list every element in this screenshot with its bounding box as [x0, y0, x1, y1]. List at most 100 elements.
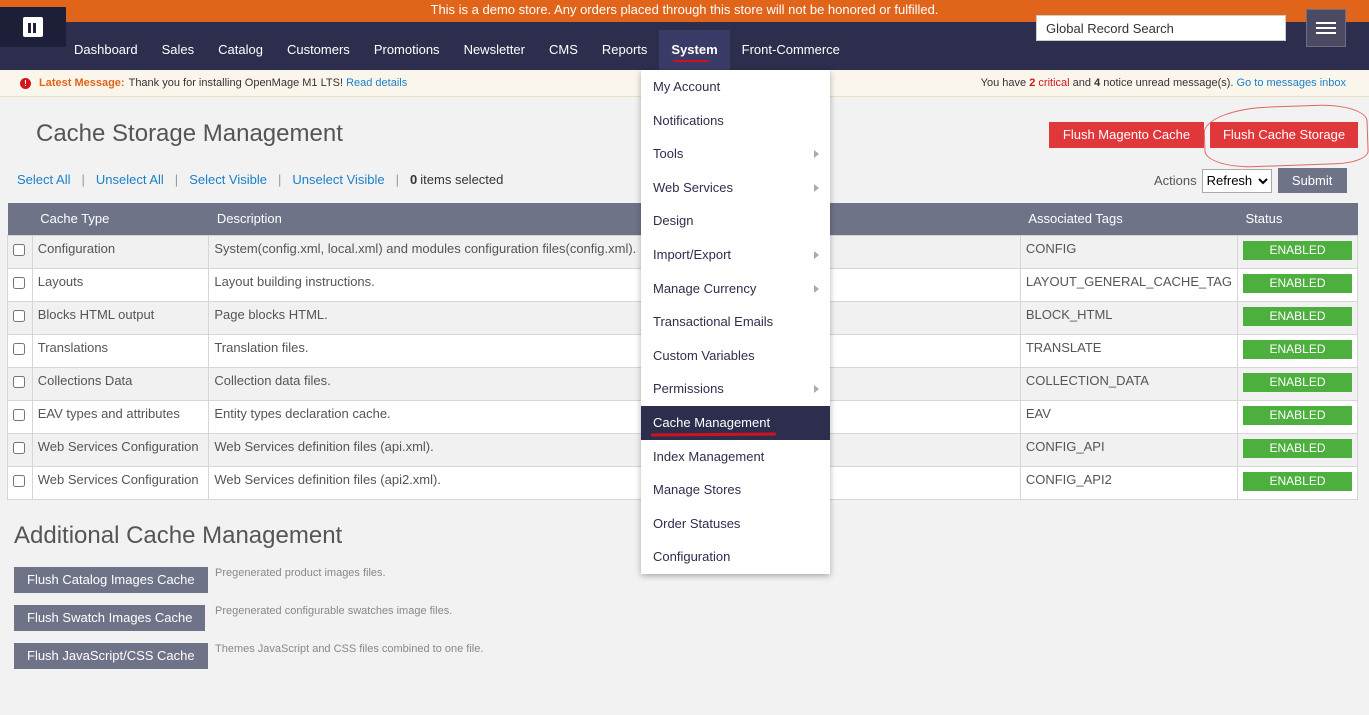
menu-item-import-export[interactable]: Import/Export: [641, 238, 830, 272]
hamburger-menu-button[interactable]: [1306, 9, 1346, 47]
cache-type-cell: Translations: [31, 333, 210, 368]
row-checkbox[interactable]: [13, 276, 25, 289]
cache-type-cell: Layouts: [31, 267, 210, 302]
nav-dashboard[interactable]: Dashboard: [62, 30, 150, 70]
header: This is a demo store. Any orders placed …: [0, 0, 1369, 70]
row-checkbox[interactable]: [13, 441, 25, 454]
menu-item-custom-variables[interactable]: Custom Variables: [641, 339, 830, 373]
actions-select[interactable]: Refresh: [1201, 168, 1272, 193]
submenu-arrow-icon: [814, 385, 819, 393]
menu-item-transactional-emails[interactable]: Transactional Emails: [641, 305, 830, 339]
menu-item-label: Manage Currency: [653, 281, 757, 296]
status-badge: ENABLED: [1243, 306, 1352, 326]
menu-item-my-account[interactable]: My Account: [641, 70, 830, 104]
submenu-arrow-icon: [814, 285, 819, 293]
row-checkbox[interactable]: [13, 243, 25, 256]
menu-item-configuration[interactable]: Configuration: [641, 540, 830, 574]
latest-message-label: Latest Message:: [39, 77, 125, 89]
latest-message-text: Thank you for installing OpenMage M1 LTS…: [128, 77, 343, 89]
row-checkbox-cell: [7, 234, 33, 269]
row-checkbox[interactable]: [13, 474, 25, 487]
row-checkbox[interactable]: [13, 375, 25, 388]
menu-item-label: Custom Variables: [653, 348, 755, 363]
menu-item-manage-currency[interactable]: Manage Currency: [641, 272, 830, 306]
menu-item-label: Index Management: [653, 449, 765, 464]
tags-cell: CONFIG_API: [1019, 432, 1239, 467]
tags-cell: CONFIG_API2: [1019, 465, 1239, 500]
status-badge: ENABLED: [1243, 273, 1352, 293]
cache-type-cell: Web Services Configuration: [31, 465, 210, 500]
unselect-all-link[interactable]: Unselect All: [96, 172, 164, 187]
openmage-logo-icon: [23, 17, 43, 37]
nav-cms[interactable]: CMS: [537, 30, 590, 70]
additional-cache-title: Additional Cache Management: [14, 522, 343, 549]
description-cell: Page blocks HTML.: [208, 300, 1021, 335]
header-cache-type[interactable]: Cache Type: [32, 203, 209, 235]
menu-item-label: Manage Stores: [653, 482, 742, 497]
menu-item-label: Design: [653, 213, 694, 228]
main-nav: Dashboard Sales Catalog Customers Promot…: [62, 30, 852, 70]
menu-item-cache-management[interactable]: Cache Management: [641, 406, 830, 440]
cache-type-cell: Web Services Configuration: [31, 432, 210, 467]
flush-js-css-desc: Themes JavaScript and CSS files combined…: [215, 643, 484, 655]
read-details-link[interactable]: Read details: [346, 70, 407, 97]
header-associated-tags[interactable]: Associated Tags: [1020, 203, 1238, 235]
flush-cache-storage-button[interactable]: Flush Cache Storage: [1210, 122, 1358, 148]
menu-item-label: Configuration: [653, 549, 731, 564]
menu-item-notifications[interactable]: Notifications: [641, 104, 830, 138]
unread-prefix: You have: [980, 77, 1027, 89]
select-all-link[interactable]: Select All: [17, 172, 70, 187]
cache-type-cell: Blocks HTML output: [31, 300, 210, 335]
status-cell: ENABLED: [1237, 234, 1358, 269]
menu-item-manage-stores[interactable]: Manage Stores: [641, 473, 830, 507]
and-text: and: [1072, 77, 1091, 89]
menu-icon: [1316, 22, 1336, 24]
nav-system[interactable]: System: [659, 30, 730, 70]
nav-reports[interactable]: Reports: [590, 30, 660, 70]
unselect-visible-link[interactable]: Unselect Visible: [292, 172, 384, 187]
status-badge: ENABLED: [1243, 240, 1352, 260]
row-checkbox[interactable]: [13, 342, 25, 355]
cache-type-cell: Configuration: [31, 234, 210, 269]
menu-item-web-services[interactable]: Web Services: [641, 171, 830, 205]
menu-item-label: My Account: [653, 79, 721, 94]
menu-item-label: Import/Export: [653, 247, 732, 262]
menu-item-label: Permissions: [653, 381, 724, 396]
tags-cell: LAYOUT_GENERAL_CACHE_TAG: [1019, 267, 1239, 302]
row-checkbox-cell: [7, 432, 33, 467]
flush-js-css-button[interactable]: Flush JavaScript/CSS Cache: [14, 643, 208, 669]
status-badge: ENABLED: [1243, 405, 1352, 425]
submit-button[interactable]: Submit: [1277, 168, 1347, 193]
system-dropdown-menu: My Account Notifications Tools Web Servi…: [641, 70, 830, 574]
menu-item-index-management[interactable]: Index Management: [641, 440, 830, 474]
row-checkbox-cell: [7, 366, 33, 401]
logo[interactable]: [0, 7, 66, 47]
nav-front-commerce[interactable]: Front-Commerce: [730, 30, 852, 70]
messages-inbox-link[interactable]: Go to messages inbox: [1237, 77, 1346, 89]
global-search-input[interactable]: [1036, 15, 1286, 41]
row-checkbox[interactable]: [13, 309, 25, 322]
nav-sales[interactable]: Sales: [150, 30, 207, 70]
select-visible-link[interactable]: Select Visible: [189, 172, 267, 187]
mass-selection-bar: Select All | Unselect All | Select Visib…: [17, 172, 503, 187]
flush-swatch-images-desc: Pregenerated configurable swatches image…: [215, 605, 453, 617]
menu-icon-line: [1316, 32, 1336, 34]
menu-item-design[interactable]: Design: [641, 204, 830, 238]
nav-promotions[interactable]: Promotions: [362, 30, 452, 70]
row-checkbox[interactable]: [13, 408, 25, 421]
nav-customers[interactable]: Customers: [275, 30, 362, 70]
nav-catalog[interactable]: Catalog: [206, 30, 275, 70]
selected-count: 0: [410, 172, 418, 187]
header-status[interactable]: Status: [1237, 203, 1358, 235]
nav-newsletter[interactable]: Newsletter: [452, 30, 537, 70]
tags-cell: CONFIG: [1019, 234, 1239, 269]
menu-item-tools[interactable]: Tools: [641, 137, 830, 171]
menu-item-order-statuses[interactable]: Order Statuses: [641, 507, 830, 541]
header-description[interactable]: Description: [208, 203, 1021, 235]
menu-icon-line: [1316, 27, 1336, 29]
flush-catalog-images-button[interactable]: Flush Catalog Images Cache: [14, 567, 208, 593]
menu-item-permissions[interactable]: Permissions: [641, 372, 830, 406]
tags-cell: TRANSLATE: [1019, 333, 1239, 368]
flush-magento-cache-button[interactable]: Flush Magento Cache: [1049, 122, 1204, 148]
flush-swatch-images-button[interactable]: Flush Swatch Images Cache: [14, 605, 206, 631]
